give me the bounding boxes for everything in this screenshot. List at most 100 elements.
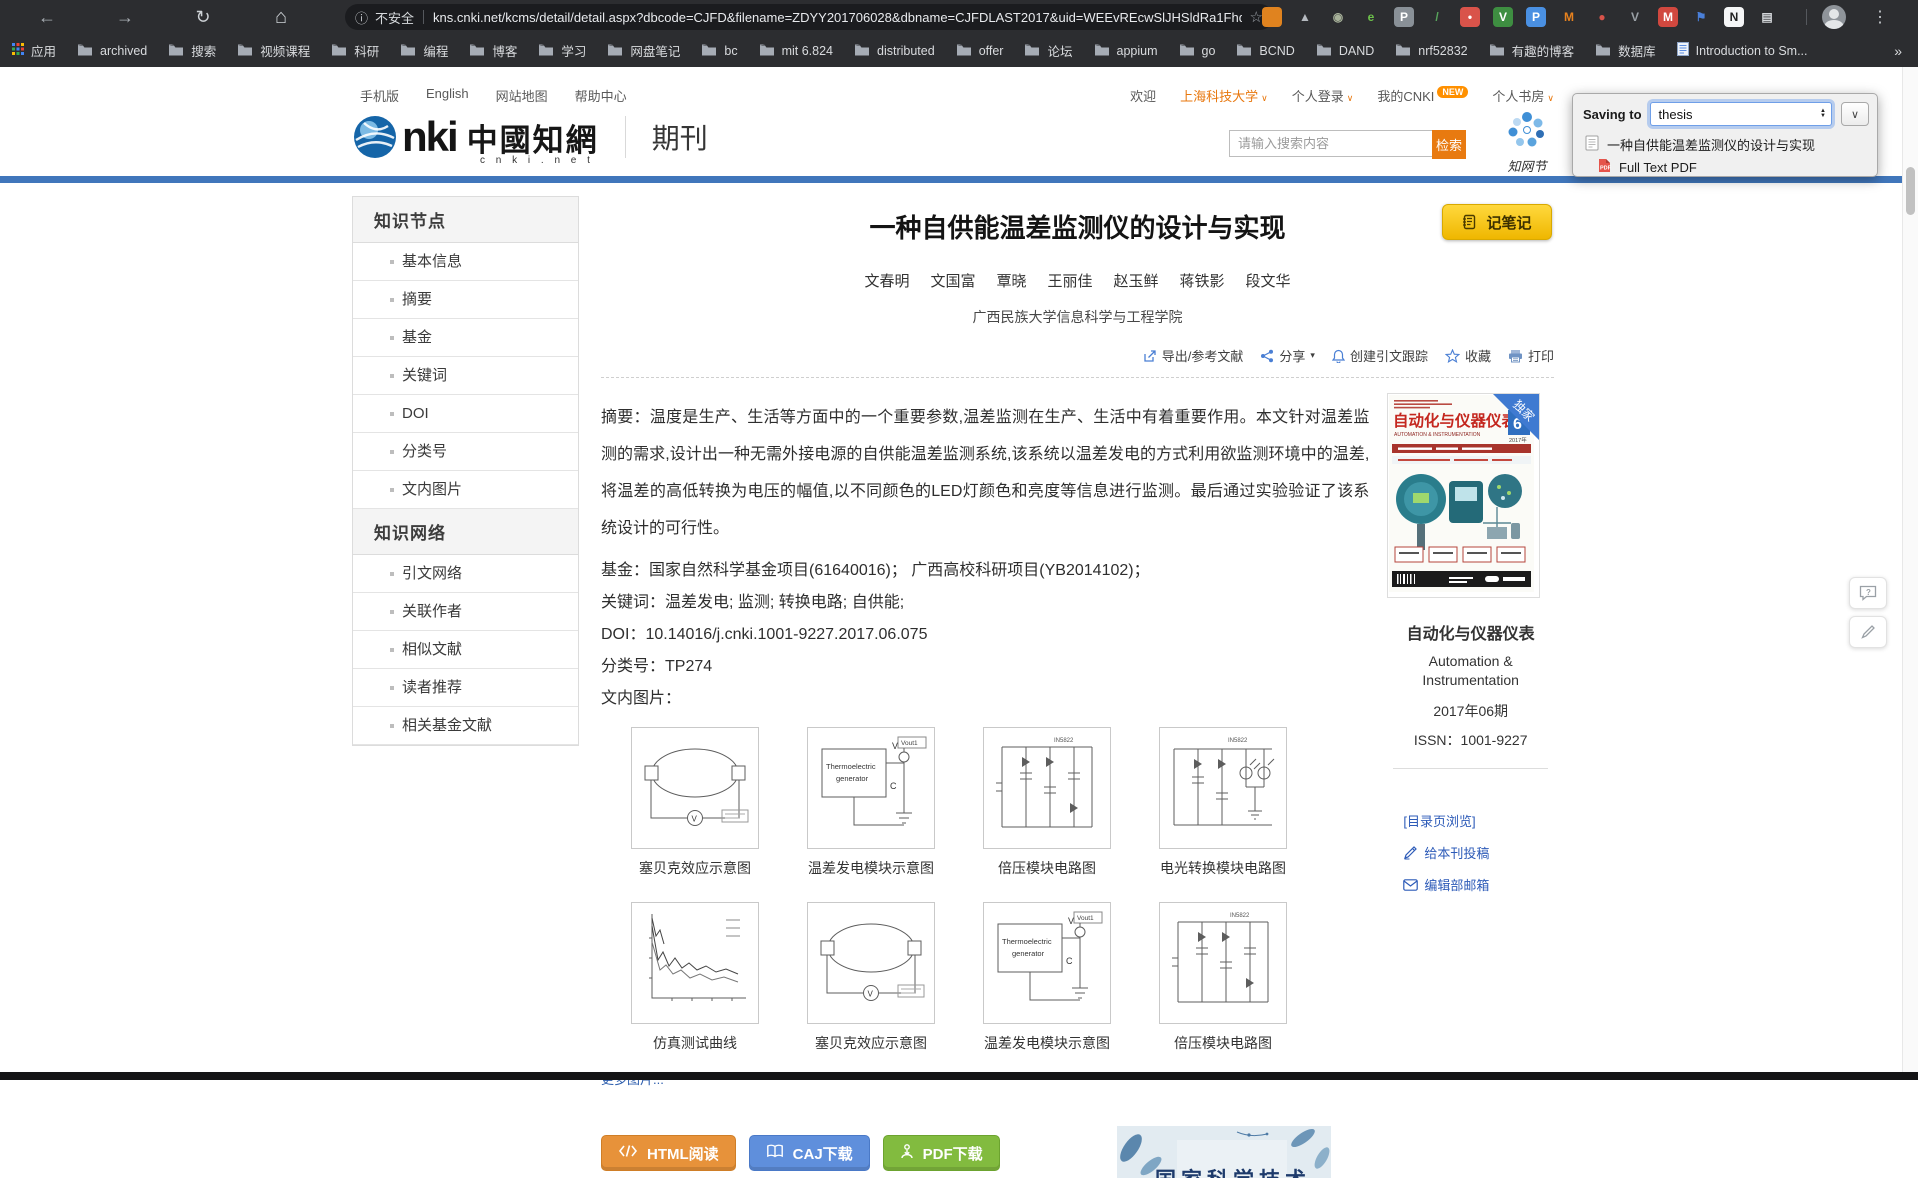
reload-icon[interactable]: ↻ (186, 0, 220, 34)
author-link[interactable]: 文国富 (930, 270, 975, 291)
figure-thumbnail[interactable] (631, 902, 759, 1024)
forward-icon[interactable]: → (108, 0, 142, 34)
journal-issue[interactable]: 2017年06期 (1387, 701, 1554, 721)
author-link[interactable]: 赵玉鲜 (1114, 270, 1159, 291)
figure-thumbnail[interactable]: V (807, 902, 935, 1024)
extension-person-red-icon[interactable]: • (1460, 7, 1480, 27)
extension-pocket-icon[interactable]: ● (1592, 7, 1612, 27)
feedback-pencil-button[interactable] (1849, 616, 1887, 648)
extension-p-blue-icon[interactable]: P (1526, 7, 1546, 27)
sidebar-item-关键词[interactable]: 关键词 (353, 357, 578, 395)
promo-banner[interactable]: 国家科学技术 (1117, 1126, 1331, 1178)
action-bell[interactable]: 创建引文跟踪 (1331, 346, 1428, 365)
figure-thumbnail[interactable]: V (631, 727, 759, 849)
author-link[interactable]: 覃晓 (996, 270, 1026, 291)
url-bar[interactable]: ⓘ 不安全 kns.cnki.net/kcms/detail/detail.as… (345, 4, 1273, 30)
author-link[interactable]: 文春明 (864, 270, 909, 291)
bookmark-item[interactable]: 论坛 (1024, 41, 1073, 60)
personal-library-link[interactable]: 个人书房 ∨ (1492, 86, 1554, 105)
bookmark-item[interactable]: 搜索 (168, 41, 216, 60)
bookmark-item[interactable]: 应用 (12, 41, 56, 60)
extension-triangle-icon[interactable]: ▲ (1295, 7, 1315, 27)
bookmark-item[interactable]: BCND (1236, 43, 1295, 59)
extension-evernote-icon[interactable]: e (1361, 7, 1381, 27)
download-button-PDF下载[interactable]: PDF下载 (882, 1135, 1000, 1171)
extension-p-gray-icon[interactable]: P (1394, 7, 1414, 27)
bookmark-item[interactable]: go (1179, 43, 1215, 59)
utility-nav-link[interactable]: English (426, 86, 469, 105)
extension-leaf-icon[interactable]: / (1427, 7, 1447, 27)
extension-vimium-icon[interactable]: V (1625, 7, 1645, 27)
bookmark-item[interactable]: mit 6.824 (759, 43, 833, 59)
author-link[interactable]: 王丽佳 (1047, 270, 1092, 291)
bookmark-item[interactable]: nrf52832 (1395, 43, 1468, 59)
bookmark-item[interactable]: 数据库 (1595, 41, 1656, 60)
bookmark-item[interactable]: Introduction to Sm... (1676, 42, 1808, 59)
journal-cover[interactable]: 自动化与仪器仪表 AUTOMATION & INSTRUMENTATION 6 … (1387, 393, 1541, 598)
scrollbar-thumb[interactable] (1906, 167, 1915, 215)
sidebar-item-基本信息[interactable]: 基本信息 (353, 243, 578, 281)
take-note-button[interactable]: 记笔记 (1442, 204, 1552, 240)
bookmark-item[interactable]: distributed (854, 43, 935, 59)
help-chat-button[interactable]: ? (1849, 577, 1887, 609)
profile-avatar[interactable] (1822, 5, 1846, 29)
popup-expand-button[interactable]: ∨ (1841, 102, 1869, 126)
home-icon[interactable]: ⌂ (264, 0, 298, 34)
extension-bookmark-icon[interactable]: ⚑ (1691, 7, 1711, 27)
extension-orange-icon[interactable] (1262, 7, 1282, 27)
bookmark-item[interactable]: 视频课程 (237, 41, 310, 60)
toc-browse-link[interactable]: [目录页浏览] (1403, 811, 1554, 830)
figure-thumbnail[interactable]: Thermoelectric generator V Vout1 C (807, 727, 935, 849)
bookmark-item[interactable]: appium (1094, 43, 1158, 59)
cnki-logo-text[interactable]: nki (402, 113, 459, 161)
extension-notion-icon[interactable]: N (1724, 7, 1744, 27)
browser-menu-icon[interactable]: ⋮ (1872, 0, 1888, 34)
sidebar-item-基金[interactable]: 基金 (353, 319, 578, 357)
scrollbar[interactable] (1902, 67, 1918, 1080)
bookmark-item[interactable]: archived (77, 43, 147, 59)
extension-metamask-icon[interactable]: M (1559, 7, 1579, 27)
figure-thumbnail[interactable]: IN5822 (1159, 902, 1287, 1024)
journal-name[interactable]: 自动化与仪器仪表 (1387, 620, 1554, 644)
action-star[interactable]: 收藏 (1444, 346, 1491, 365)
bookmark-item[interactable]: 有趣的博客 (1489, 41, 1574, 60)
bookmark-item[interactable]: 科研 (331, 41, 379, 60)
extension-m-red-icon[interactable]: M (1658, 7, 1678, 27)
bookmark-star-icon[interactable]: ☆ (1250, 8, 1263, 26)
action-share[interactable]: 分享 ▾ (1260, 346, 1315, 365)
author-link[interactable]: 段文华 (1246, 270, 1291, 291)
figure-thumbnail[interactable]: Thermoelectric generator V Vout1 C (983, 902, 1111, 1024)
utility-nav-link[interactable]: 网站地图 (496, 86, 548, 105)
my-cnki-link[interactable]: 我的CNKI NEW (1377, 86, 1469, 105)
extension-doc-icon[interactable]: ▤ (1757, 7, 1777, 27)
login-link[interactable]: 个人登录 ∨ (1292, 86, 1354, 105)
keywords-value[interactable]: 温差发电; 监测; 转换电路; 自供能; (665, 594, 904, 611)
author-link[interactable]: 蒋铁影 (1180, 270, 1225, 291)
editor-email-link[interactable]: 编辑部邮箱 (1403, 875, 1554, 894)
bookmark-item[interactable]: bc (701, 43, 738, 59)
cnki-logo-chinese[interactable]: 中國知網 (467, 115, 599, 160)
utility-nav-link[interactable]: 手机版 (360, 86, 399, 105)
bookmarks-overflow-chevron[interactable]: » (1894, 43, 1918, 59)
search-input[interactable] (1229, 130, 1433, 157)
sidebar-item-分类号[interactable]: 分类号 (353, 433, 578, 471)
kns-node-logo[interactable]: 知网节 (1502, 109, 1552, 175)
back-icon[interactable]: ← (30, 0, 64, 34)
collection-select[interactable]: thesis ▲ ▼ (1649, 102, 1832, 126)
extension-v-green-icon[interactable]: V (1493, 7, 1513, 27)
sidebar-item-摘要[interactable]: 摘要 (353, 281, 578, 319)
action-export[interactable]: 导出/参考文献 (1143, 346, 1243, 365)
sidebar-item-DOI[interactable]: DOI (353, 395, 578, 433)
sidebar-item-读者推荐[interactable]: 读者推荐 (353, 669, 578, 707)
bookmark-item[interactable]: 编程 (400, 41, 448, 60)
bookmark-item[interactable]: 学习 (538, 41, 586, 60)
sidebar-item-文内图片[interactable]: 文内图片 (353, 471, 578, 509)
utility-nav-link[interactable]: 帮助中心 (575, 86, 627, 105)
affiliation[interactable]: 广西民族大学信息科学与工程学院 (601, 307, 1554, 327)
bookmark-item[interactable]: DAND (1316, 43, 1374, 59)
cnki-globe-icon[interactable] (352, 114, 398, 160)
download-button-HTML阅读[interactable]: HTML阅读 (601, 1135, 736, 1171)
figure-thumbnail[interactable]: IN5822 (983, 727, 1111, 849)
fund-value[interactable]: 国家自然科学基金项目(61640016)； 广西高校科研项目(YB2014102… (649, 562, 1150, 579)
sidebar-item-引文网络[interactable]: 引文网络 (353, 555, 578, 593)
